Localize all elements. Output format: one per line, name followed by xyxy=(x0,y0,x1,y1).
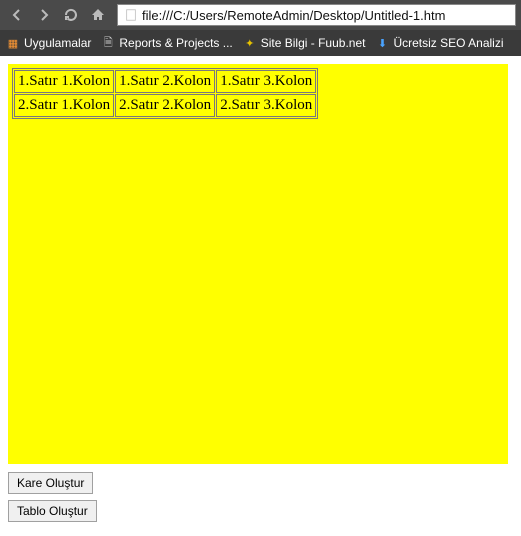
bookmark-sitebilgi[interactable]: ✦ Site Bilgi - Fuub.net xyxy=(243,36,366,50)
url-text: file:///C:/Users/RemoteAdmin/Desktop/Unt… xyxy=(142,8,445,23)
bookmark-label: Reports & Projects ... xyxy=(119,36,232,50)
back-button[interactable] xyxy=(5,3,29,27)
table-cell: 2.Satır 2.Kolon xyxy=(115,94,215,117)
bookmarks-bar: ▦ Uygulamalar 🗎 Reports & Projects ... ✦… xyxy=(0,30,521,56)
bookmark-reports[interactable]: 🗎 Reports & Projects ... xyxy=(101,36,232,50)
page-icon xyxy=(124,8,138,22)
site-icon: ✦ xyxy=(243,36,257,50)
document-icon: 🗎 xyxy=(101,36,115,50)
browser-toolbar: file:///C:/Users/RemoteAdmin/Desktop/Unt… xyxy=(0,0,521,30)
seo-icon: ⬇ xyxy=(375,36,389,50)
home-button[interactable] xyxy=(86,3,110,27)
page-content: 1.Satır 1.Kolon 1.Satır 2.Kolon 1.Satır … xyxy=(0,56,521,536)
bookmark-label: Ücretsiz SEO Analizi xyxy=(393,36,503,50)
table-cell: 1.Satır 1.Kolon xyxy=(14,70,114,93)
tablo-button[interactable]: Tablo Oluştur xyxy=(8,500,97,522)
reload-button[interactable] xyxy=(59,3,83,27)
table-cell: 2.Satır 1.Kolon xyxy=(14,94,114,117)
bookmark-label: Site Bilgi - Fuub.net xyxy=(261,36,366,50)
kare-button[interactable]: Kare Oluştur xyxy=(8,472,93,494)
bookmark-uygulamalar[interactable]: ▦ Uygulamalar xyxy=(6,36,91,50)
table-cell: 2.Satır 3.Kolon xyxy=(216,94,316,117)
forward-button[interactable] xyxy=(32,3,56,27)
bookmark-seo[interactable]: ⬇ Ücretsiz SEO Analizi xyxy=(375,36,503,50)
url-bar[interactable]: file:///C:/Users/RemoteAdmin/Desktop/Unt… xyxy=(117,4,516,26)
table-row: 1.Satır 1.Kolon 1.Satır 2.Kolon 1.Satır … xyxy=(14,70,316,93)
apps-icon: ▦ xyxy=(6,36,20,50)
table-cell: 1.Satır 3.Kolon xyxy=(216,70,316,93)
generated-table: 1.Satır 1.Kolon 1.Satır 2.Kolon 1.Satır … xyxy=(12,68,318,119)
button-row: Kare Oluştur Tablo Oluştur xyxy=(8,472,513,522)
table-row: 2.Satır 1.Kolon 2.Satır 2.Kolon 2.Satır … xyxy=(14,94,316,117)
yellow-square: 1.Satır 1.Kolon 1.Satır 2.Kolon 1.Satır … xyxy=(8,64,508,464)
table-cell: 1.Satır 2.Kolon xyxy=(115,70,215,93)
bookmark-label: Uygulamalar xyxy=(24,36,91,50)
